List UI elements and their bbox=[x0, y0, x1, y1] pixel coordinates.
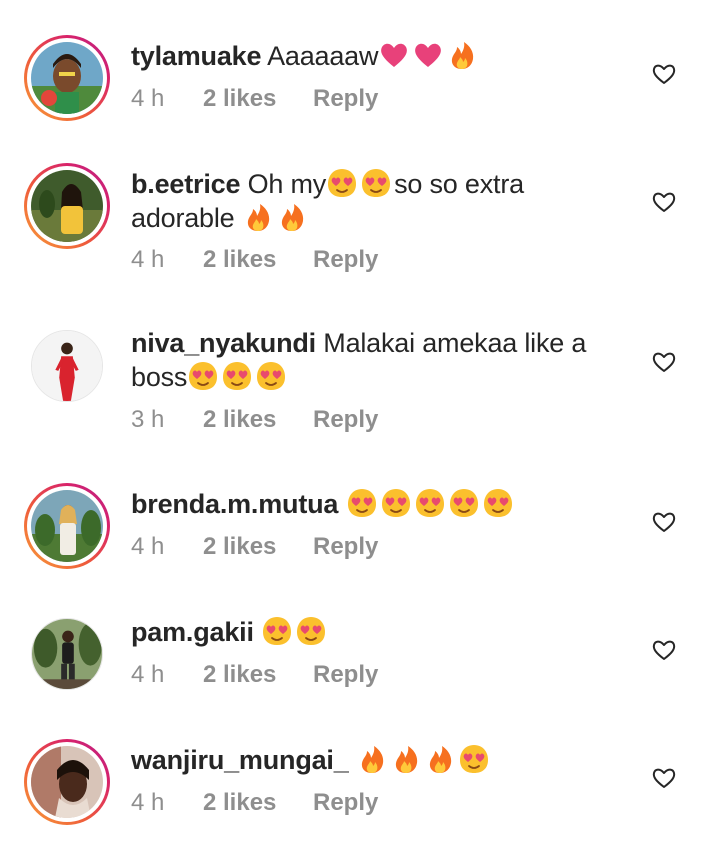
comment-username[interactable]: pam.gakii bbox=[131, 617, 254, 647]
comment-likes[interactable]: 2 likes bbox=[203, 661, 313, 689]
comment-body: Aaaaaaw bbox=[267, 41, 379, 71]
fire-emoji-icon bbox=[390, 743, 422, 775]
comment-body-continued: so so extra bbox=[394, 169, 524, 199]
heart-eyes-emoji-icon bbox=[261, 615, 293, 647]
comment-text: wanjiru_mungai_ bbox=[131, 743, 631, 777]
avatar-image bbox=[31, 330, 103, 402]
heart-eyes-emoji-icon bbox=[221, 360, 253, 392]
comment-text: tylamuake Aaaaaaw bbox=[131, 39, 631, 73]
comment-meta: 3 h 2 likes Reply bbox=[131, 406, 378, 434]
heart-eyes-emoji-icon bbox=[346, 487, 378, 519]
reply-button[interactable]: Reply bbox=[313, 246, 378, 274]
comment-username[interactable]: b.eetrice bbox=[131, 169, 240, 199]
reply-button[interactable]: Reply bbox=[313, 661, 378, 689]
comment-likes[interactable]: 2 likes bbox=[203, 246, 313, 274]
fire-emoji-icon bbox=[446, 39, 478, 71]
comment-time: 4 h bbox=[131, 533, 165, 560]
avatar-story-ring[interactable] bbox=[24, 35, 110, 121]
reply-button[interactable]: Reply bbox=[313, 85, 378, 113]
avatar-story-ring[interactable] bbox=[24, 739, 110, 825]
avatar-story-ring[interactable] bbox=[24, 483, 110, 569]
avatar bbox=[31, 490, 103, 562]
heart-eyes-emoji-icon bbox=[458, 743, 490, 775]
avatar bbox=[31, 170, 103, 242]
comment-likes[interactable]: 2 likes bbox=[203, 406, 313, 434]
fire-emoji-icon bbox=[242, 201, 274, 233]
comment-meta: 4 h 2 likes Reply bbox=[131, 533, 378, 561]
heart-outline-icon[interactable] bbox=[651, 765, 677, 791]
fire-emoji-icon bbox=[276, 201, 308, 233]
comment-body-line2: adorable bbox=[131, 203, 235, 233]
avatar[interactable] bbox=[24, 323, 110, 409]
comment-username[interactable]: tylamuake bbox=[131, 41, 261, 71]
comment-body: Oh my bbox=[247, 169, 327, 199]
comment-text: b.eetrice Oh my so so extra adorable bbox=[131, 167, 631, 235]
comment-time: 4 h bbox=[131, 246, 165, 273]
comment-time: 4 h bbox=[131, 85, 165, 112]
comment-username[interactable]: wanjiru_mungai_ bbox=[131, 745, 349, 775]
comment-time: 4 h bbox=[131, 789, 165, 816]
heart-outline-icon[interactable] bbox=[651, 637, 677, 663]
comment-meta: 4 h 2 likes Reply bbox=[131, 789, 378, 817]
avatar bbox=[31, 746, 103, 818]
heart-outline-icon[interactable] bbox=[651, 349, 677, 375]
comment-meta: 4 h 2 likes Reply bbox=[131, 246, 378, 274]
reply-button[interactable]: Reply bbox=[313, 789, 378, 817]
fire-emoji-icon bbox=[356, 743, 388, 775]
avatar-story-ring[interactable] bbox=[24, 163, 110, 249]
comment-username[interactable]: niva_nyakundi bbox=[131, 328, 316, 358]
heart-outline-icon[interactable] bbox=[651, 509, 677, 535]
comment-body: Malakai amekaa like a bbox=[323, 328, 587, 358]
reply-button[interactable]: Reply bbox=[313, 406, 378, 434]
heart-eyes-emoji-icon bbox=[448, 487, 480, 519]
comment-likes[interactable]: 2 likes bbox=[203, 789, 313, 817]
comment-meta: 4 h 2 likes Reply bbox=[131, 661, 378, 689]
avatar bbox=[31, 42, 103, 114]
avatar[interactable] bbox=[24, 611, 110, 697]
comment-text: pam.gakii bbox=[131, 615, 631, 649]
avatar-image bbox=[31, 618, 103, 690]
comment-meta: 4 h 2 likes Reply bbox=[131, 85, 378, 113]
heart-eyes-emoji-icon bbox=[326, 167, 358, 199]
comment-text: brenda.m.mutua bbox=[131, 487, 631, 521]
comments-feed: tylamuake Aaaaaaw 4 h 2 likes Reply b.ee… bbox=[0, 0, 720, 855]
heart-emoji-icon bbox=[412, 39, 444, 71]
heart-eyes-emoji-icon bbox=[187, 360, 219, 392]
comment-time: 3 h bbox=[131, 406, 165, 433]
comment-time: 4 h bbox=[131, 661, 165, 688]
comment-text: niva_nyakundi Malakai amekaa like a boss bbox=[131, 327, 631, 394]
heart-eyes-emoji-icon bbox=[380, 487, 412, 519]
reply-button[interactable]: Reply bbox=[313, 533, 378, 561]
comment-likes[interactable]: 2 likes bbox=[203, 85, 313, 113]
heart-eyes-emoji-icon bbox=[482, 487, 514, 519]
comment-username[interactable]: brenda.m.mutua bbox=[131, 489, 338, 519]
fire-emoji-icon bbox=[424, 743, 456, 775]
heart-eyes-emoji-icon bbox=[414, 487, 446, 519]
heart-eyes-emoji-icon bbox=[295, 615, 327, 647]
heart-eyes-emoji-icon bbox=[255, 360, 287, 392]
heart-emoji-icon bbox=[378, 39, 410, 71]
heart-outline-icon[interactable] bbox=[651, 61, 677, 87]
heart-outline-icon[interactable] bbox=[651, 189, 677, 215]
comment-likes[interactable]: 2 likes bbox=[203, 533, 313, 561]
comment-body-line2: boss bbox=[131, 362, 188, 392]
heart-eyes-emoji-icon bbox=[360, 167, 392, 199]
